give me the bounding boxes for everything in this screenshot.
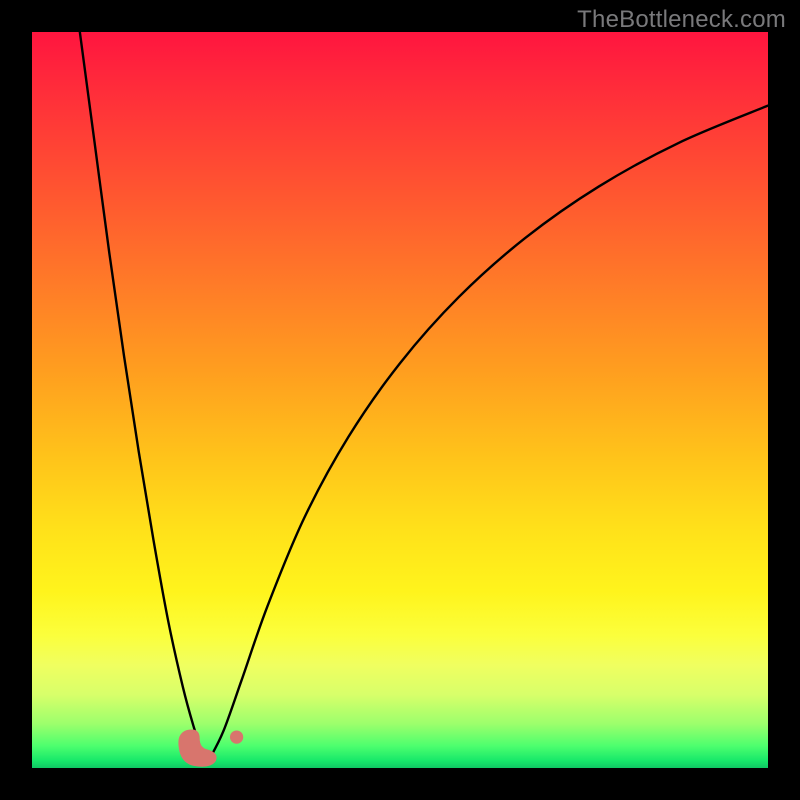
curve-left-branch xyxy=(80,32,209,761)
chart-frame: TheBottleneck.com xyxy=(0,0,800,800)
marker-dot xyxy=(230,730,243,743)
plot-area xyxy=(32,32,768,768)
curve-right-branch xyxy=(209,106,768,761)
watermark-text: TheBottleneck.com xyxy=(577,6,786,34)
markers-group xyxy=(178,729,243,766)
marker-blob xyxy=(178,729,216,766)
curves-svg xyxy=(32,32,768,768)
